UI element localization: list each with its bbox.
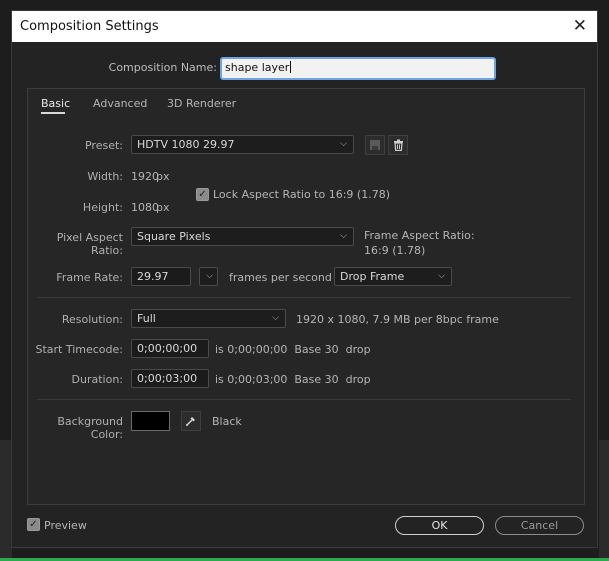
text-caret <box>290 61 292 73</box>
tab-advanced[interactable]: Advanced <box>93 97 147 110</box>
cancel-button[interactable]: Cancel <box>495 516 584 535</box>
resolution-value: Full <box>137 312 156 325</box>
frame-rate-label: Frame Rate: <box>56 271 123 284</box>
width-value[interactable]: 1920 <box>131 170 159 183</box>
resolution-select[interactable]: Full ⌵ <box>131 309 286 328</box>
frame-rate-unit: frames per second <box>229 271 332 284</box>
preview-label: Preview <box>44 519 87 532</box>
checkmark-icon: ✓ <box>29 519 38 530</box>
preset-value: HDTV 1080 29.97 <box>137 138 235 151</box>
resolution-info: 1920 x 1080, 7.9 MB per 8bpc frame <box>296 313 499 326</box>
checkmark-icon: ✓ <box>198 189 207 200</box>
settings-panel: Basic Advanced 3D Renderer Preset: HDTV … <box>27 88 585 505</box>
eyedropper-icon[interactable] <box>181 411 201 431</box>
tab-basic[interactable]: Basic <box>41 97 70 110</box>
preset-label: Preset: <box>84 139 123 152</box>
resolution-label: Resolution: <box>61 313 123 326</box>
composition-name-value: shape layer <box>225 61 290 74</box>
preset-select[interactable]: HDTV 1080 29.97 ⌵ <box>131 135 354 154</box>
background-color-label: Background Color: <box>57 415 123 441</box>
background-color-name: Black <box>212 415 242 428</box>
start-timecode-label: Start Timecode: <box>35 343 123 356</box>
background-color-swatch[interactable] <box>131 411 170 431</box>
composition-settings-dialog: Composition Settings ✕ Composition Name:… <box>11 10 598 548</box>
chevron-down-icon: ⌵ <box>438 271 445 281</box>
tab-3d-renderer[interactable]: 3D Renderer <box>167 97 236 110</box>
pixel-aspect-ratio-select[interactable]: Square Pixels ⌵ <box>131 227 354 246</box>
composition-name-label: Composition Name: <box>108 61 217 74</box>
lock-aspect-checkbox[interactable]: ✓ <box>196 188 209 201</box>
duration-info: is 0;00;03;00 Base 30 drop <box>215 373 371 386</box>
drop-frame-value: Drop Frame <box>340 270 405 283</box>
pixel-aspect-ratio-value: Square Pixels <box>137 230 211 243</box>
composition-name-input[interactable]: shape layer <box>220 57 496 80</box>
active-tab-underline <box>41 112 65 114</box>
chevron-down-icon: ⌵ <box>206 271 213 281</box>
frame-aspect-ratio-value: 16:9 (1.78) <box>364 244 426 257</box>
ok-button[interactable]: OK <box>395 516 484 535</box>
chevron-down-icon: ⌵ <box>340 139 347 149</box>
chevron-down-icon: ⌵ <box>272 313 279 323</box>
close-icon[interactable]: ✕ <box>573 16 587 36</box>
divider <box>37 297 571 298</box>
height-unit: px <box>156 201 170 214</box>
duration-input[interactable]: 0;00;03;00 <box>131 369 209 388</box>
pixel-aspect-ratio-label: Pixel Aspect Ratio: <box>56 231 123 257</box>
trash-icon[interactable] <box>388 135 408 155</box>
dialog-title: Composition Settings <box>20 19 159 34</box>
title-bar: Composition Settings ✕ <box>12 11 597 42</box>
save-preset-icon[interactable] <box>365 135 385 155</box>
composition-name-row: Composition Name: shape layer <box>12 57 597 80</box>
preview-checkbox[interactable]: ✓ <box>27 518 40 531</box>
chevron-down-icon: ⌵ <box>340 231 347 241</box>
width-unit: px <box>156 170 170 183</box>
frame-rate-value: 29.97 <box>137 270 169 283</box>
start-timecode-value: 0;00;00;00 <box>137 342 198 355</box>
frame-rate-input[interactable]: 29.97 <box>131 267 191 286</box>
duration-value: 0;00;03;00 <box>137 372 198 385</box>
frame-aspect-ratio-label: Frame Aspect Ratio: <box>364 229 475 242</box>
width-label: Width: <box>87 170 123 183</box>
frame-rate-dropdown[interactable]: ⌵ <box>199 267 218 286</box>
start-timecode-input[interactable]: 0;00;00;00 <box>131 339 209 358</box>
height-value[interactable]: 1080 <box>131 201 159 214</box>
background-app-edge-right <box>599 440 609 561</box>
divider <box>37 399 571 400</box>
start-timecode-info: is 0;00;00;00 Base 30 drop <box>215 343 371 356</box>
lock-aspect-label: Lock Aspect Ratio to 16:9 (1.78) <box>213 188 390 201</box>
drop-frame-select[interactable]: Drop Frame ⌵ <box>334 267 452 286</box>
height-label: Height: <box>82 201 123 214</box>
duration-label: Duration: <box>71 373 123 386</box>
